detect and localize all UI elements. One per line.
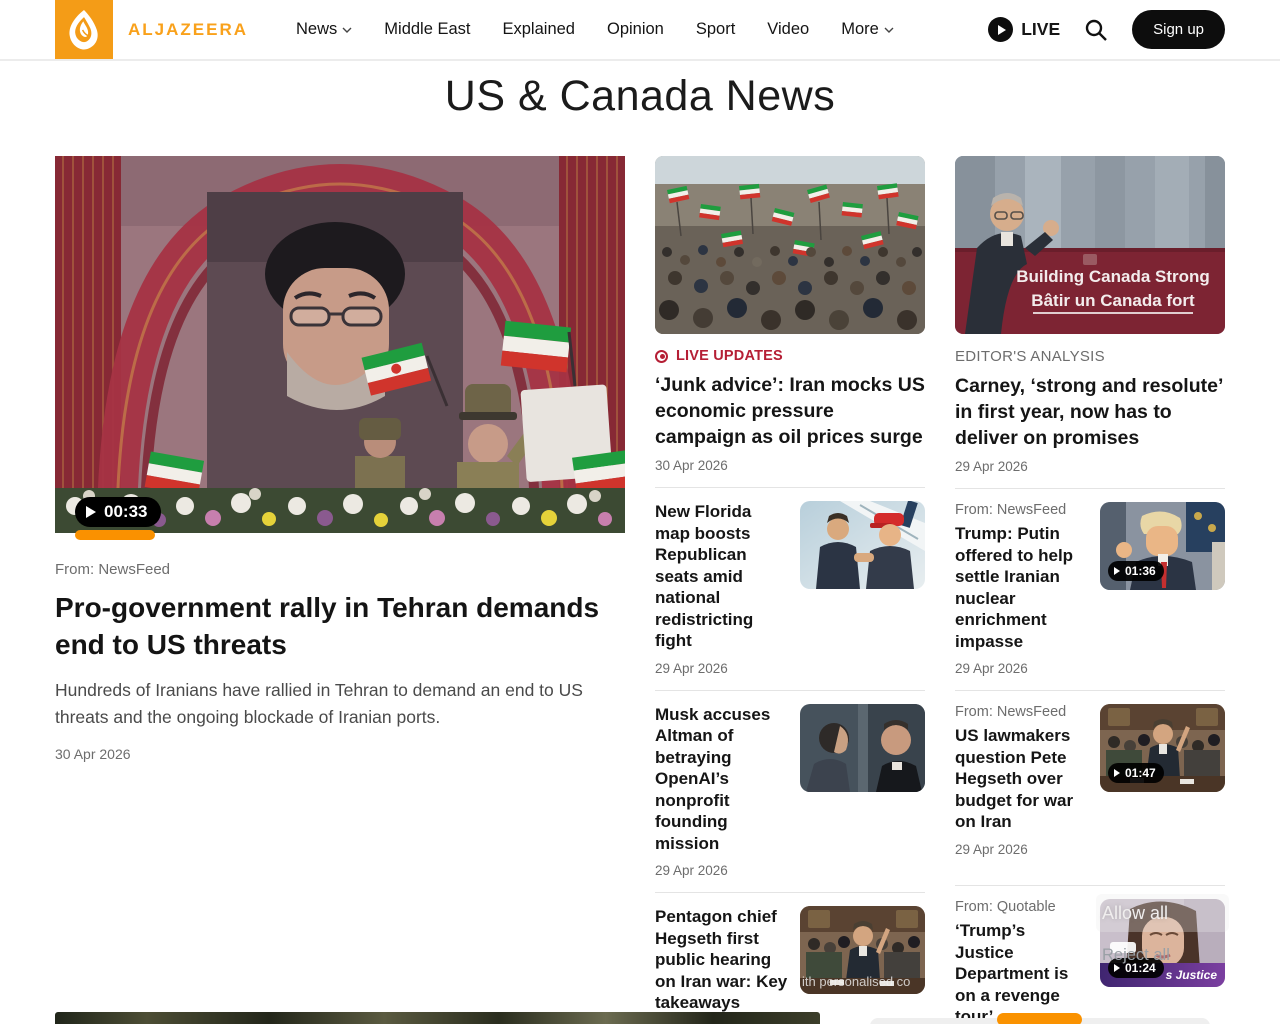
video-duration-badge: 00:33: [75, 497, 162, 527]
header-actions: LIVE Sign up: [988, 10, 1225, 49]
featured-title[interactable]: Pro-government rally in Tehran demands e…: [55, 589, 625, 663]
article-kicker: From: NewsFeed: [955, 704, 1067, 720]
nav-item-video[interactable]: Video: [767, 20, 809, 39]
cookie-allow-all-button[interactable]: Allow all: [1096, 894, 1229, 932]
play-circle-icon: [988, 17, 1014, 42]
article-date: 29 Apr 2026: [655, 660, 728, 676]
video-duration-badge: 01:47: [1108, 763, 1164, 783]
play-icon: [1114, 567, 1120, 575]
article-list-item[interactable]: From: NewsFeed US lawmakers question Pet…: [955, 690, 1225, 871]
article-kicker: From: NewsFeed: [955, 502, 1067, 518]
nav-item-sport[interactable]: Sport: [696, 20, 735, 39]
featured-kicker: From: NewsFeed: [55, 561, 171, 578]
nav-label: More: [841, 20, 879, 38]
hegseth-hearing-thumbnail: 01:47: [1100, 704, 1225, 792]
editors-analysis-kicker: EDITOR'S ANALYSIS: [955, 348, 1105, 365]
nav-label: Middle East: [384, 20, 471, 38]
article-title: Musk accuses Altman of betraying OpenAI’…: [655, 704, 771, 853]
nav-label: Sport: [695, 20, 736, 38]
video-duration: 01:47: [1125, 766, 1156, 780]
nav-item-explained[interactable]: Explained: [503, 20, 575, 39]
featured-excerpt: Hundreds of Iranians have rallied in Teh…: [55, 680, 583, 727]
featured-article: 00:33 From: NewsFeed Pro-government rall…: [55, 156, 625, 762]
page-title: US & Canada News: [444, 72, 836, 120]
nav-item-news[interactable]: News: [296, 20, 352, 39]
article-list-item[interactable]: Pentagon chief Hegseth first public hear…: [655, 892, 925, 1024]
hegseth-hearing-thumbnail: ith personalised co: [800, 906, 925, 994]
consent-ghost-text: ith personalised co: [802, 974, 911, 989]
crowd-illustration: [655, 156, 925, 334]
carney-illustration: Building Canada Strong Bâtir un Canada f…: [955, 156, 1225, 334]
nav-label: Explained: [502, 20, 575, 38]
article-list-item[interactable]: Musk accuses Altman of betraying OpenAI’…: [655, 689, 925, 878]
article-date: 30 Apr 2026: [655, 458, 728, 473]
live-updates-label: LIVE UPDATES: [676, 348, 783, 364]
article-date: 29 Apr 2026: [655, 863, 728, 878]
search-icon[interactable]: [1084, 18, 1108, 42]
article-title[interactable]: ‘Junk advice’: Iran mocks US economic pr…: [655, 372, 925, 450]
nav-item-middle-east[interactable]: Middle East: [384, 20, 470, 39]
aljazeera-flame-icon: [69, 9, 98, 50]
video-caption: s Justice: [1165, 968, 1217, 982]
article-list-item[interactable]: From: NewsFeed Trump: Putin offered to h…: [955, 488, 1225, 676]
desantis-trump-thumbnail: [800, 501, 925, 589]
banner-text-line2: Bâtir un Canada fort: [1031, 291, 1195, 310]
live-label: LIVE: [1021, 19, 1061, 39]
article-title: ‘Trump’s Justice Department is on a reve…: [955, 921, 1069, 1024]
play-icon: [1114, 964, 1120, 972]
article-title: US lawmakers question Pete Hegseth over …: [955, 726, 1074, 831]
video-duration-badge: 01:36: [1108, 561, 1164, 581]
aljazeera-logo[interactable]: [55, 0, 113, 59]
article-title[interactable]: Carney, ‘strong and resolute’ in first y…: [955, 373, 1225, 451]
musk-altman-thumbnail: [800, 703, 925, 792]
play-icon: [1114, 769, 1120, 777]
article-title: Pentagon chief Hegseth first public hear…: [655, 907, 788, 1012]
play-icon: [86, 506, 96, 518]
next-section-image[interactable]: [55, 1012, 820, 1024]
live-updates-kicker[interactable]: LIVE UPDATES: [655, 348, 925, 364]
banner-text-line1: Building Canada Strong: [1016, 267, 1210, 286]
article-title: Trump: Putin offered to help settle Iran…: [955, 524, 1074, 651]
nav-item-more[interactable]: More: [841, 20, 894, 39]
chevron-down-icon: [884, 27, 894, 33]
live-dot-icon: [655, 349, 668, 363]
nav-item-opinion[interactable]: Opinion: [607, 20, 664, 39]
video-progress-bar: [75, 530, 155, 540]
featured-date: 30 Apr 2026: [55, 746, 131, 762]
signup-button[interactable]: Sign up: [1132, 10, 1225, 49]
article-date: 29 Apr 2026: [955, 661, 1028, 676]
featured-video-thumbnail[interactable]: 00:33: [55, 156, 625, 540]
cookie-allow-all-label: Allow all: [1102, 902, 1169, 923]
crowd-rally-thumbnail[interactable]: [655, 156, 925, 334]
article-kicker: From: Quotable: [955, 899, 1056, 915]
bottom-widget-accent-button[interactable]: [997, 1013, 1082, 1024]
article-title: New Florida map boosts Republican seats …: [655, 502, 754, 650]
carney-thumbnail[interactable]: Building Canada Strong Bâtir un Canada f…: [955, 156, 1225, 334]
nav-label: Video: [767, 20, 810, 38]
brand-wordmark[interactable]: ALJAZEERA: [128, 20, 248, 40]
video-duration: 01:36: [1125, 564, 1156, 578]
article-date: 29 Apr 2026: [955, 459, 1028, 474]
main-nav: News Middle East Explained Opinion Sport…: [296, 20, 894, 39]
tehran-rally-illustration: [55, 156, 625, 533]
column-live-updates: LIVE UPDATES ‘Junk advice’: Iran mocks U…: [655, 156, 925, 1024]
chevron-down-icon: [342, 27, 352, 33]
live-button[interactable]: LIVE: [988, 17, 1060, 42]
site-header: ALJAZEERA News Middle East Explained Opi…: [0, 0, 1280, 61]
nav-label: News: [296, 20, 338, 38]
video-duration: 00:33: [104, 502, 148, 521]
nav-label: Opinion: [606, 20, 664, 38]
article-date: 29 Apr 2026: [955, 841, 1028, 857]
article-list-item[interactable]: New Florida map boosts Republican seats …: [655, 487, 925, 676]
cookie-reject-all-button[interactable]: Reject all: [1102, 946, 1170, 965]
trump-video-thumbnail: 01:36: [1100, 502, 1225, 590]
